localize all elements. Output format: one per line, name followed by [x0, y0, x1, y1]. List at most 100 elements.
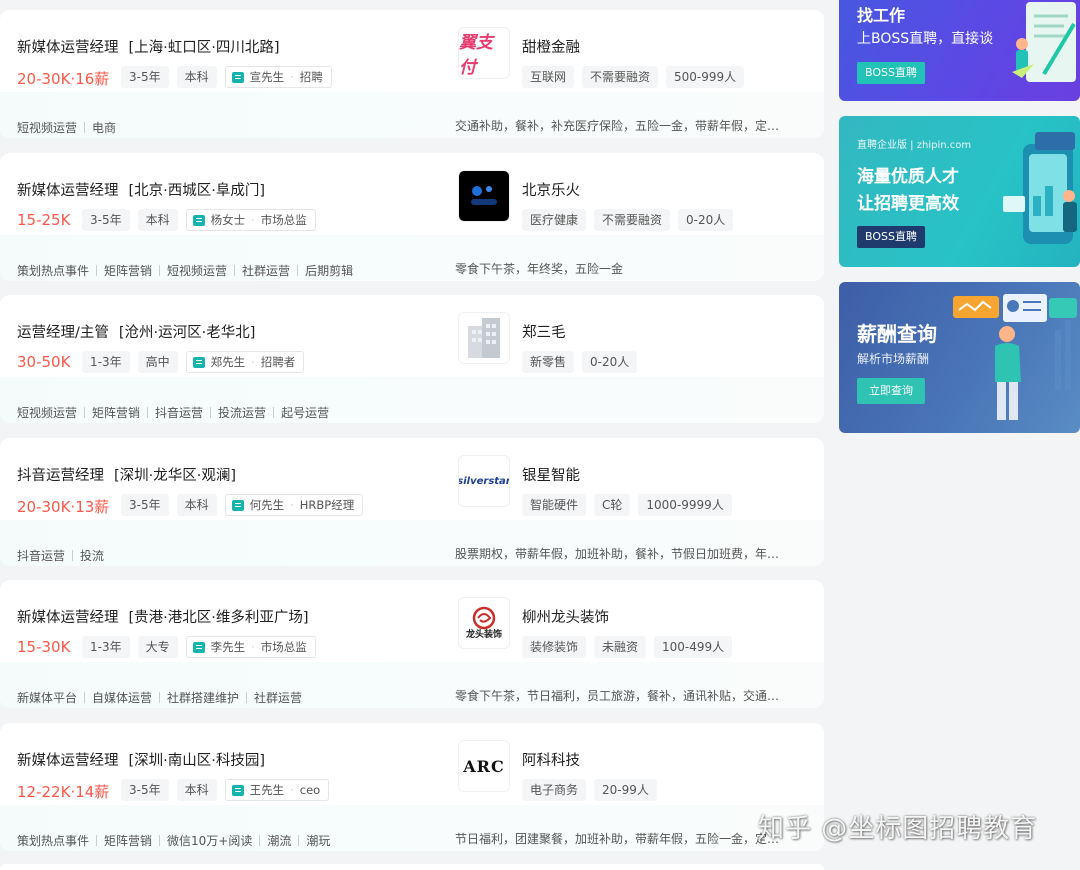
banner-title: 找工作	[857, 6, 906, 25]
company-name[interactable]: 柳州龙头装饰	[522, 606, 609, 627]
job-title[interactable]: 运营经理/主管	[17, 325, 109, 341]
job-title-row[interactable]: 抖音运营经理 [深圳·龙华区·观澜]	[17, 464, 236, 485]
recruiter-chat-button[interactable]: 杨女士 · 市场总监	[185, 209, 316, 231]
boss-button[interactable]: BOSS直聘	[857, 62, 925, 84]
banner-find-job[interactable]: 找工作 上BOSS直聘，直接谈 BOSS直聘	[839, 0, 1080, 101]
skill-tag[interactable]: 社群运营	[227, 262, 290, 279]
skill-tag[interactable]: 微信10万+阅读	[152, 832, 252, 849]
job-card-top[interactable]: 新媒体运营经理 [深圳·南山区·科技园] 12-22K·14薪 3-5年 本科 王…	[0, 723, 824, 805]
company-name[interactable]: 阿科科技	[522, 749, 580, 770]
query-button[interactable]: 立即查询	[857, 378, 925, 404]
company-name[interactable]: 郑三毛	[522, 321, 566, 342]
skill-tag[interactable]: 短视频运营	[17, 404, 77, 421]
job-card[interactable]: 新媒体运营经理 [上海·虹口区·四川北路] 20-30K·16薪 3-5年 本科 …	[0, 10, 824, 138]
company-tag: 医疗健康	[522, 209, 587, 231]
company-tag: 新零售	[522, 351, 575, 373]
skill-tag[interactable]: 矩阵营销	[89, 262, 152, 279]
salary: 12-22K·14薪	[17, 783, 110, 801]
job-title-row[interactable]: 新媒体运营经理 [北京·西城区·阜成门]	[17, 179, 265, 200]
skill-tag[interactable]: 新媒体平台	[17, 689, 77, 706]
company-logo-image: 龙头装饰	[466, 606, 502, 641]
job-card-top[interactable]: 新媒体运营经理 [贵港·港北区·维多利亚广场] 15-30K 1-3年 大专 李先…	[0, 580, 824, 662]
recruiter-name: 杨女士	[210, 213, 246, 227]
skill-tag[interactable]: 投流运营	[203, 404, 266, 421]
company-name[interactable]: 银星智能	[522, 464, 580, 485]
company-logo[interactable]: silverstar	[458, 455, 510, 507]
company-name[interactable]: 甜橙金融	[522, 36, 580, 57]
separator: ·	[290, 783, 294, 797]
banner-line2: 让招聘更高效	[857, 194, 959, 214]
job-title[interactable]: 抖音运营经理	[17, 468, 104, 484]
job-card[interactable]: 新媒体运营经理 [北京·西城区·阜成门] 15-25K 3-5年 本科 杨女士 ·…	[0, 153, 824, 281]
skill-tag[interactable]: 社群搭建维护	[152, 689, 239, 706]
skill-tag[interactable]: 自媒体运营	[77, 689, 152, 706]
job-title[interactable]: 新媒体运营经理	[17, 753, 119, 769]
skill-tag[interactable]: 电商	[77, 119, 116, 136]
skill-tag[interactable]: 矩阵营销	[89, 832, 152, 849]
banner-salary[interactable]: 薪酬查询 解析市场薪酬 立即查询	[839, 282, 1080, 433]
job-title-row[interactable]: 运营经理/主管 [沧州·运河区·老华北]	[17, 321, 255, 342]
watermark: 知乎 @坐标图招聘教育	[758, 814, 1038, 844]
skill-tag[interactable]: 后期剪辑	[290, 262, 353, 279]
skill-tag[interactable]: 起号运营	[266, 404, 329, 421]
job-card-top[interactable]: 运营经理/主管 [沧州·运河区·老华北] 30-50K 1-3年 高中 郑先生 ·…	[0, 295, 824, 377]
job-card-footer: 短视频运营 矩阵营销 抖音运营 投流运营 起号运营	[0, 377, 824, 423]
recruiter-title: 市场总监	[260, 213, 307, 227]
company-logo[interactable]	[458, 170, 510, 222]
dragon-icon	[472, 606, 496, 629]
skill-tag[interactable]: 短视频运营	[152, 262, 227, 279]
recruiter-chat-button[interactable]: 郑先生 · 招聘者	[185, 351, 305, 373]
boss-button[interactable]: BOSS直聘	[857, 226, 925, 248]
skill-tag[interactable]: 潮流	[252, 832, 291, 849]
recruiter-chat-button[interactable]: 王先生 · ceo	[224, 779, 330, 801]
next-card-edge	[0, 864, 824, 870]
welfare-text: 零食下午茶，年终奖，五险一金	[455, 262, 624, 276]
job-card[interactable]: 运营经理/主管 [沧州·运河区·老华北] 30-50K 1-3年 高中 郑先生 ·…	[0, 295, 824, 423]
job-title[interactable]: 新媒体运营经理	[17, 40, 119, 56]
job-card-top[interactable]: 新媒体运营经理 [北京·西城区·阜成门] 15-25K 3-5年 本科 杨女士 ·…	[0, 153, 824, 235]
skill-tag[interactable]: 抖音运营	[17, 547, 65, 564]
salary: 15-25K	[17, 211, 71, 229]
skill-tag[interactable]: 短视频运营	[17, 119, 77, 136]
job-card[interactable]: 新媒体运营经理 [贵港·港北区·维多利亚广场] 15-30K 1-3年 大专 李先…	[0, 580, 824, 708]
job-title[interactable]: 新媒体运营经理	[17, 610, 119, 626]
banner-subtitle: 上BOSS直聘，直接谈	[857, 31, 994, 47]
job-card[interactable]: 新媒体运营经理 [深圳·南山区·科技园] 12-22K·14薪 3-5年 本科 王…	[0, 723, 824, 851]
job-title-row[interactable]: 新媒体运营经理 [上海·虹口区·四川北路]	[17, 36, 280, 57]
recruiter-title: 市场总监	[260, 640, 307, 654]
skill-tag[interactable]: 社群运营	[239, 689, 302, 706]
salary: 30-50K	[17, 353, 71, 371]
company-name[interactable]: 北京乐火	[522, 179, 580, 200]
welfare-text: 零食下午茶，节日福利，员工旅游，餐补，通讯补贴，交通补助	[455, 689, 785, 703]
separator: ·	[251, 355, 255, 369]
job-title-row[interactable]: 新媒体运营经理 [深圳·南山区·科技园]	[17, 749, 265, 770]
company-tag: 不需要融资	[594, 209, 671, 231]
job-area: [深圳·南山区·科技园]	[128, 753, 266, 769]
skill-tag[interactable]: 投流	[65, 547, 104, 564]
banner-enterprise[interactable]: 直聘企业版 | zhipin.com 海量优质人才 让招聘更高效 BOSS直聘	[839, 116, 1080, 267]
skill-tag[interactable]: 矩阵营销	[77, 404, 140, 421]
skill-tag[interactable]: 策划热点事件	[17, 832, 89, 849]
job-title[interactable]: 新媒体运营经理	[17, 183, 119, 199]
company-logo[interactable]: 翼支付	[458, 27, 510, 79]
company-logo[interactable]: 龙头装饰	[458, 597, 510, 649]
recruiter-chat-button[interactable]: 李先生 · 市场总监	[185, 636, 316, 658]
skill-tag[interactable]: 策划热点事件	[17, 262, 89, 279]
company-logo-text: 翼支付	[459, 33, 493, 77]
company-tag: 500-999人	[666, 66, 745, 88]
company-logo[interactable]	[458, 312, 510, 364]
chat-icon	[231, 784, 244, 796]
company-logo-text: 龙头装饰	[465, 629, 502, 640]
skill-tag[interactable]: 潮玩	[291, 832, 330, 849]
job-card-top[interactable]: 新媒体运营经理 [上海·虹口区·四川北路] 20-30K·16薪 3-5年 本科 …	[0, 10, 824, 92]
company-logo[interactable]: ARC	[458, 740, 510, 792]
recruiter-chat-button[interactable]: 宣先生 · 招聘	[224, 66, 332, 88]
job-card[interactable]: 抖音运营经理 [深圳·龙华区·观澜] 20-30K·13薪 3-5年 本科 何先生…	[0, 438, 824, 566]
recruiter-title: 招聘	[299, 70, 323, 84]
job-card-top[interactable]: 抖音运营经理 [深圳·龙华区·观澜] 20-30K·13薪 3-5年 本科 何先生…	[0, 438, 824, 520]
skill-tag[interactable]: 抖音运营	[140, 404, 203, 421]
job-title-row[interactable]: 新媒体运营经理 [贵港·港北区·维多利亚广场]	[17, 606, 309, 627]
recruiter-chat-button[interactable]: 何先生 · HRBP经理	[224, 494, 364, 516]
recruiter-name: 李先生	[210, 640, 246, 654]
degree-tag: 高中	[137, 351, 178, 373]
